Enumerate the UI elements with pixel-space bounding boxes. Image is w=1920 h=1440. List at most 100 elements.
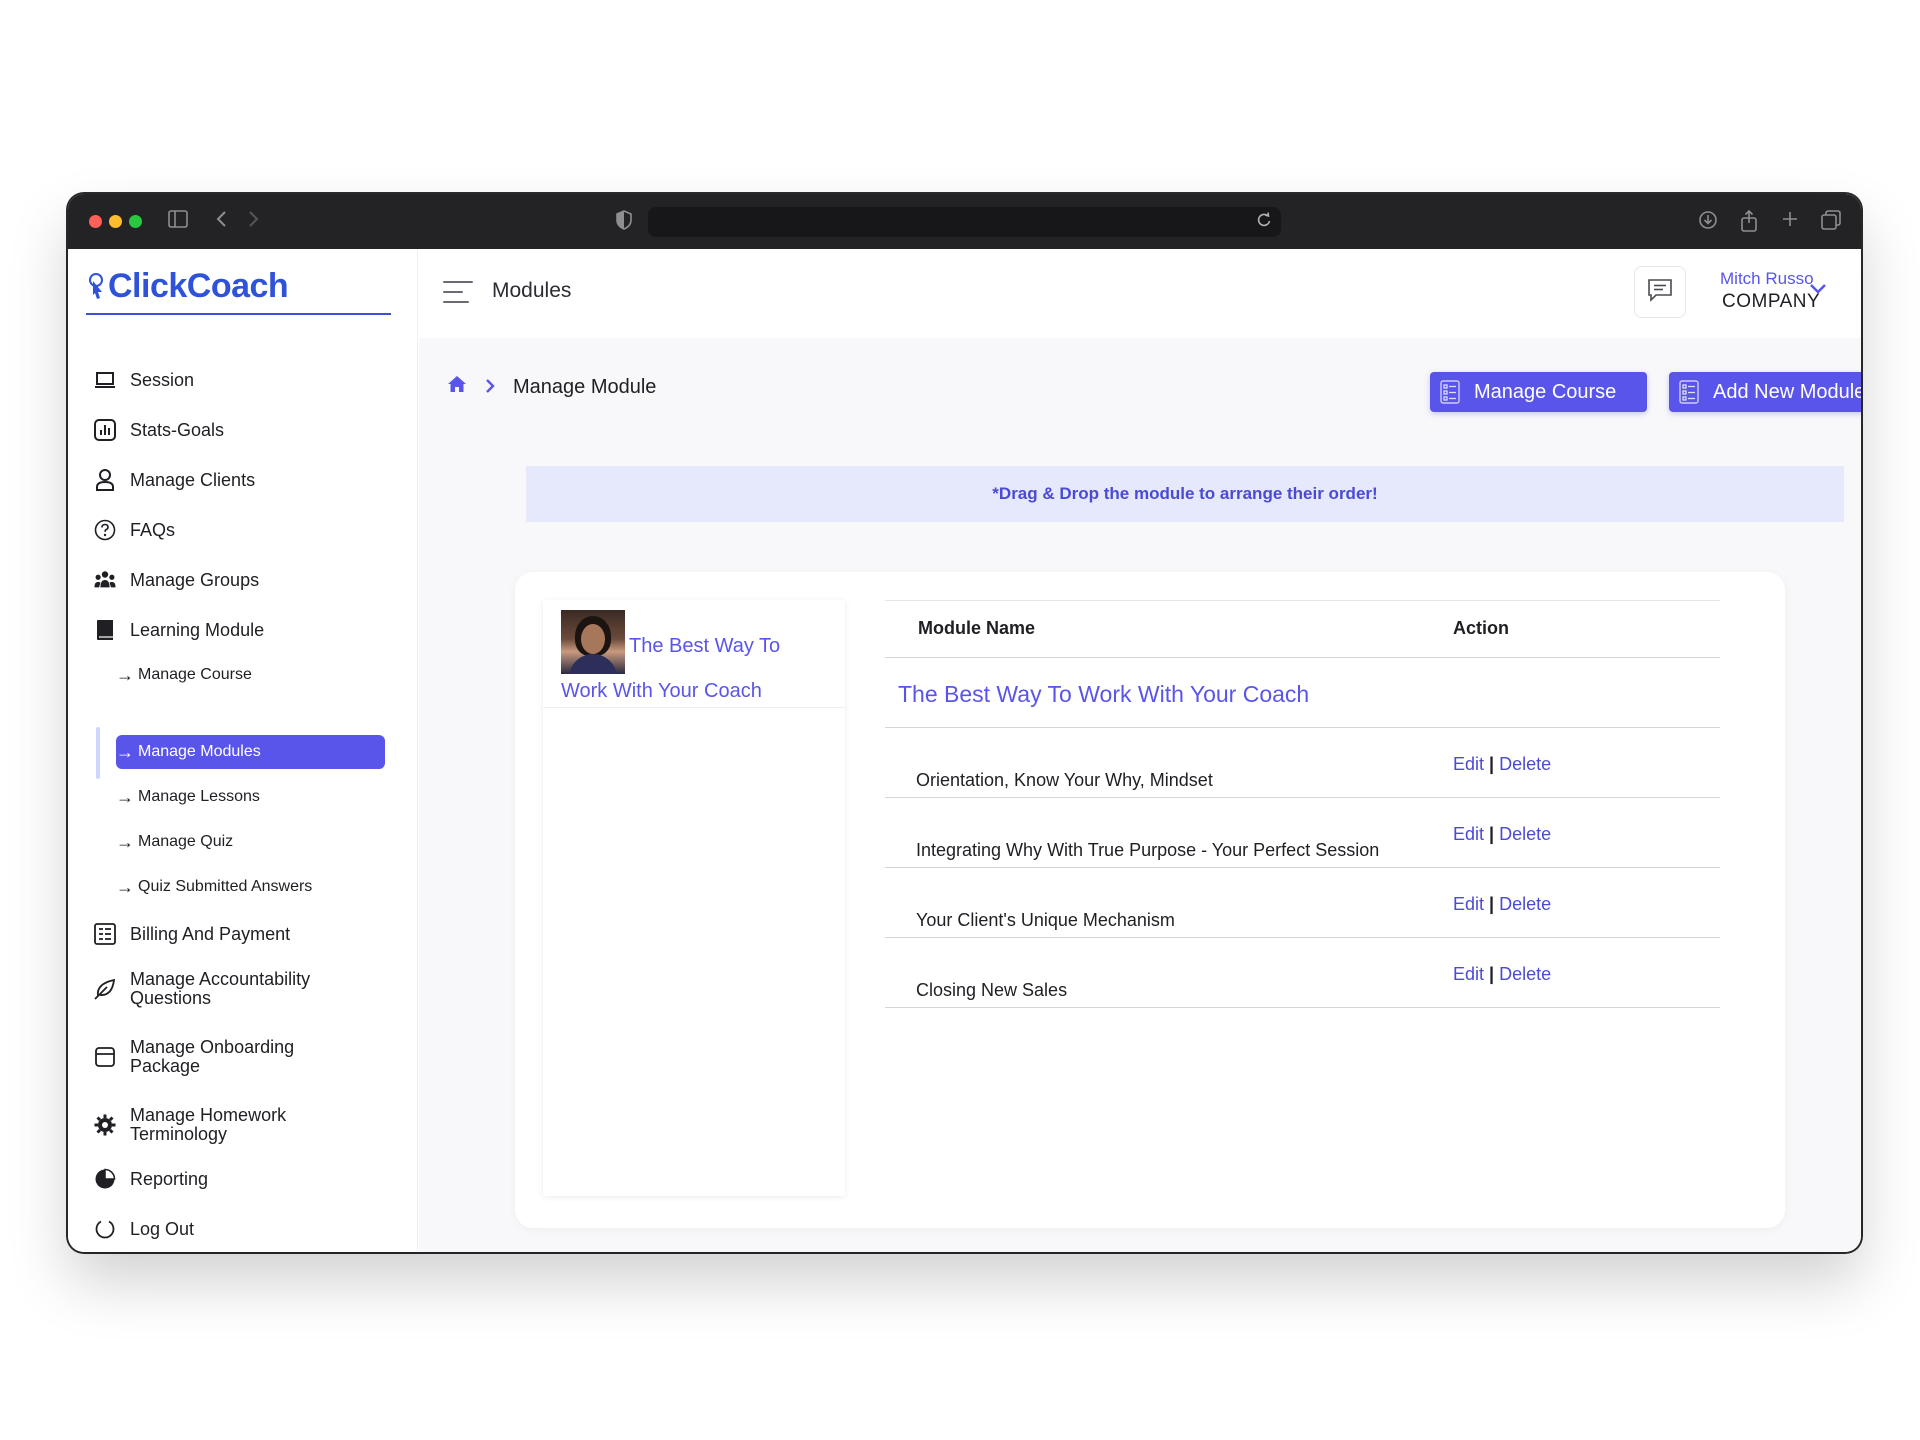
- sidebar-item-label: Manage Onboarding Package: [130, 1037, 295, 1076]
- sidebar-subitem-manage-modules[interactable]: → Manage Modules: [116, 735, 385, 769]
- sidebar-item-label: Learning Module: [130, 619, 265, 640]
- action-separator: |: [1489, 964, 1495, 984]
- sidebar-item-label: Manage Groups: [130, 569, 260, 590]
- module-name: Integrating Why With True Purpose - Your…: [916, 840, 1380, 860]
- close-window-button[interactable]: [89, 215, 102, 228]
- table-course-title[interactable]: The Best Way To Work With Your Coach: [898, 681, 1309, 708]
- delete-link[interactable]: Delete: [1499, 894, 1551, 914]
- sidebar-subitem-quiz-submitted-answers[interactable]: → Quiz Submitted Answers: [116, 870, 312, 904]
- column-header-module-name: Module Name: [918, 618, 1036, 638]
- sidebar-item-reporting[interactable]: Reporting: [94, 1164, 208, 1194]
- browser-window: ClickCoach Session Stats-Goals Manage Cl…: [68, 194, 1861, 1252]
- chat-button[interactable]: [1634, 266, 1686, 318]
- laptop-icon: [94, 369, 116, 391]
- course-panel: The Best Way To Work With Your Coach: [543, 600, 845, 1196]
- back-icon[interactable]: [215, 210, 227, 233]
- sidebar-item-faqs[interactable]: FAQs: [94, 515, 175, 545]
- action-separator: |: [1489, 754, 1495, 774]
- course-header[interactable]: The Best Way To Work With Your Coach: [543, 600, 845, 708]
- arrow-right-icon: →: [116, 664, 134, 685]
- table-row[interactable]: Closing New Sales Edit | Delete: [885, 938, 1720, 1008]
- logo-text: ClickCoach: [108, 267, 289, 305]
- course-title[interactable]: The Best Way To Work With Your Coach: [561, 624, 831, 714]
- add-new-module-button[interactable]: Add New Module: [1669, 372, 1861, 412]
- delete-link[interactable]: Delete: [1499, 824, 1551, 844]
- manage-course-button[interactable]: Manage Course: [1430, 372, 1647, 412]
- action-separator: |: [1489, 894, 1495, 914]
- arrow-right-icon: →: [116, 786, 134, 807]
- add-new-module-label: Add New Module: [1713, 380, 1861, 403]
- row-actions: Edit | Delete: [1453, 894, 1551, 915]
- edit-link[interactable]: Edit: [1453, 754, 1484, 774]
- minimize-window-button[interactable]: [109, 215, 122, 228]
- breadcrumb: Manage Module: [447, 374, 656, 400]
- sidebar-item-onboarding[interactable]: Manage Onboarding Package: [94, 1037, 320, 1077]
- sidebar-item-homework[interactable]: Manage Homework Terminology: [94, 1105, 320, 1145]
- sidebar-item-label: Billing And Payment: [130, 923, 291, 944]
- user-icon: [94, 469, 116, 491]
- sidebar-subitem-manage-course[interactable]: → Manage Course: [116, 658, 252, 692]
- browser-toolbar: [68, 194, 1861, 249]
- table-header: Module Name Action: [885, 600, 1720, 658]
- sidebar-item-learning-module[interactable]: Learning Module: [94, 615, 264, 645]
- sidebar: ClickCoach Session Stats-Goals Manage Cl…: [68, 249, 418, 1252]
- download-icon[interactable]: [1698, 210, 1718, 235]
- question-circle-icon: [94, 519, 116, 541]
- action-separator: |: [1489, 824, 1495, 844]
- active-indicator: [96, 727, 100, 779]
- home-icon[interactable]: [447, 375, 467, 399]
- sidebar-item-label: FAQs: [130, 519, 176, 540]
- sidebar-item-log-out[interactable]: Log Out: [94, 1214, 194, 1244]
- module-name: Your Client's Unique Mechanism: [916, 910, 1175, 930]
- sidebar-subitem-manage-lessons[interactable]: → Manage Lessons: [116, 780, 260, 814]
- sidebar-item-label: Manage Accountability Questions: [130, 969, 311, 1008]
- chat-icon: [1647, 278, 1673, 307]
- new-tab-icon[interactable]: [1781, 210, 1799, 233]
- edit-link[interactable]: Edit: [1453, 824, 1484, 844]
- edit-link[interactable]: Edit: [1453, 964, 1484, 984]
- table-row[interactable]: Your Client's Unique Mechanism Edit | Dele…: [885, 868, 1720, 938]
- sidebar-item-manage-clients[interactable]: Manage Clients: [94, 465, 255, 495]
- sidebar-item-manage-groups[interactable]: Manage Groups: [94, 565, 259, 595]
- sidebar-item-accountability[interactable]: Manage Accountability Questions: [94, 969, 340, 1009]
- manage-course-label: Manage Course: [1474, 380, 1617, 403]
- table-course-title-row: The Best Way To Work With Your Coach: [885, 658, 1720, 728]
- address-bar[interactable]: [648, 207, 1281, 237]
- sidebar-toggle-icon[interactable]: [168, 210, 188, 233]
- sidebar-item-label: Manage Clients: [130, 469, 256, 490]
- shield-icon[interactable]: [616, 210, 632, 235]
- edit-link[interactable]: Edit: [1453, 894, 1484, 914]
- sidebar-subitem-manage-quiz[interactable]: → Manage Quiz: [116, 825, 233, 859]
- sidebar-item-stats-goals[interactable]: Stats-Goals: [94, 415, 224, 445]
- user-name[interactable]: Mitch Russo: [1720, 269, 1814, 289]
- page-title: Modules: [492, 279, 572, 302]
- delete-link[interactable]: Delete: [1499, 754, 1551, 774]
- tabs-overview-icon[interactable]: [1821, 210, 1841, 235]
- forward-icon[interactable]: [248, 210, 260, 233]
- table-row[interactable]: Integrating Why With True Purpose - Your…: [885, 798, 1720, 868]
- table-row[interactable]: Orientation, Know Your Why, Mindset Edit…: [885, 728, 1720, 798]
- logo[interactable]: ClickCoach: [86, 267, 391, 315]
- share-icon[interactable]: [1740, 209, 1758, 237]
- sidebar-item-billing[interactable]: Billing And Payment: [94, 919, 290, 949]
- sidebar-subitem-label: Manage Lessons: [138, 788, 260, 805]
- maximize-window-button[interactable]: [129, 215, 142, 228]
- logout-icon: [94, 1218, 116, 1240]
- sidebar-item-label: Stats-Goals: [130, 419, 225, 440]
- leaf-icon: [94, 978, 116, 1000]
- arrow-right-icon: →: [116, 876, 134, 897]
- modules-table: Module Name Action The Best Way To Work …: [885, 600, 1720, 1008]
- package-icon: [94, 1046, 116, 1068]
- sidebar-item-session[interactable]: Session: [94, 365, 194, 395]
- sidebar-subitem-label: Quiz Submitted Answers: [138, 878, 313, 895]
- delete-link[interactable]: Delete: [1499, 964, 1551, 984]
- reload-icon[interactable]: [1257, 212, 1271, 233]
- bar-chart-icon: [94, 419, 116, 441]
- chevron-down-icon[interactable]: [1809, 275, 1827, 301]
- book-icon: [94, 619, 116, 641]
- module-name: Orientation, Know Your Why, Mindset: [916, 770, 1213, 790]
- sidebar-item-label: Manage Homework Terminology: [130, 1105, 287, 1144]
- invoice-icon: [94, 923, 116, 945]
- menu-icon[interactable]: [443, 281, 473, 305]
- user-role: COMPANY: [1722, 291, 1821, 312]
